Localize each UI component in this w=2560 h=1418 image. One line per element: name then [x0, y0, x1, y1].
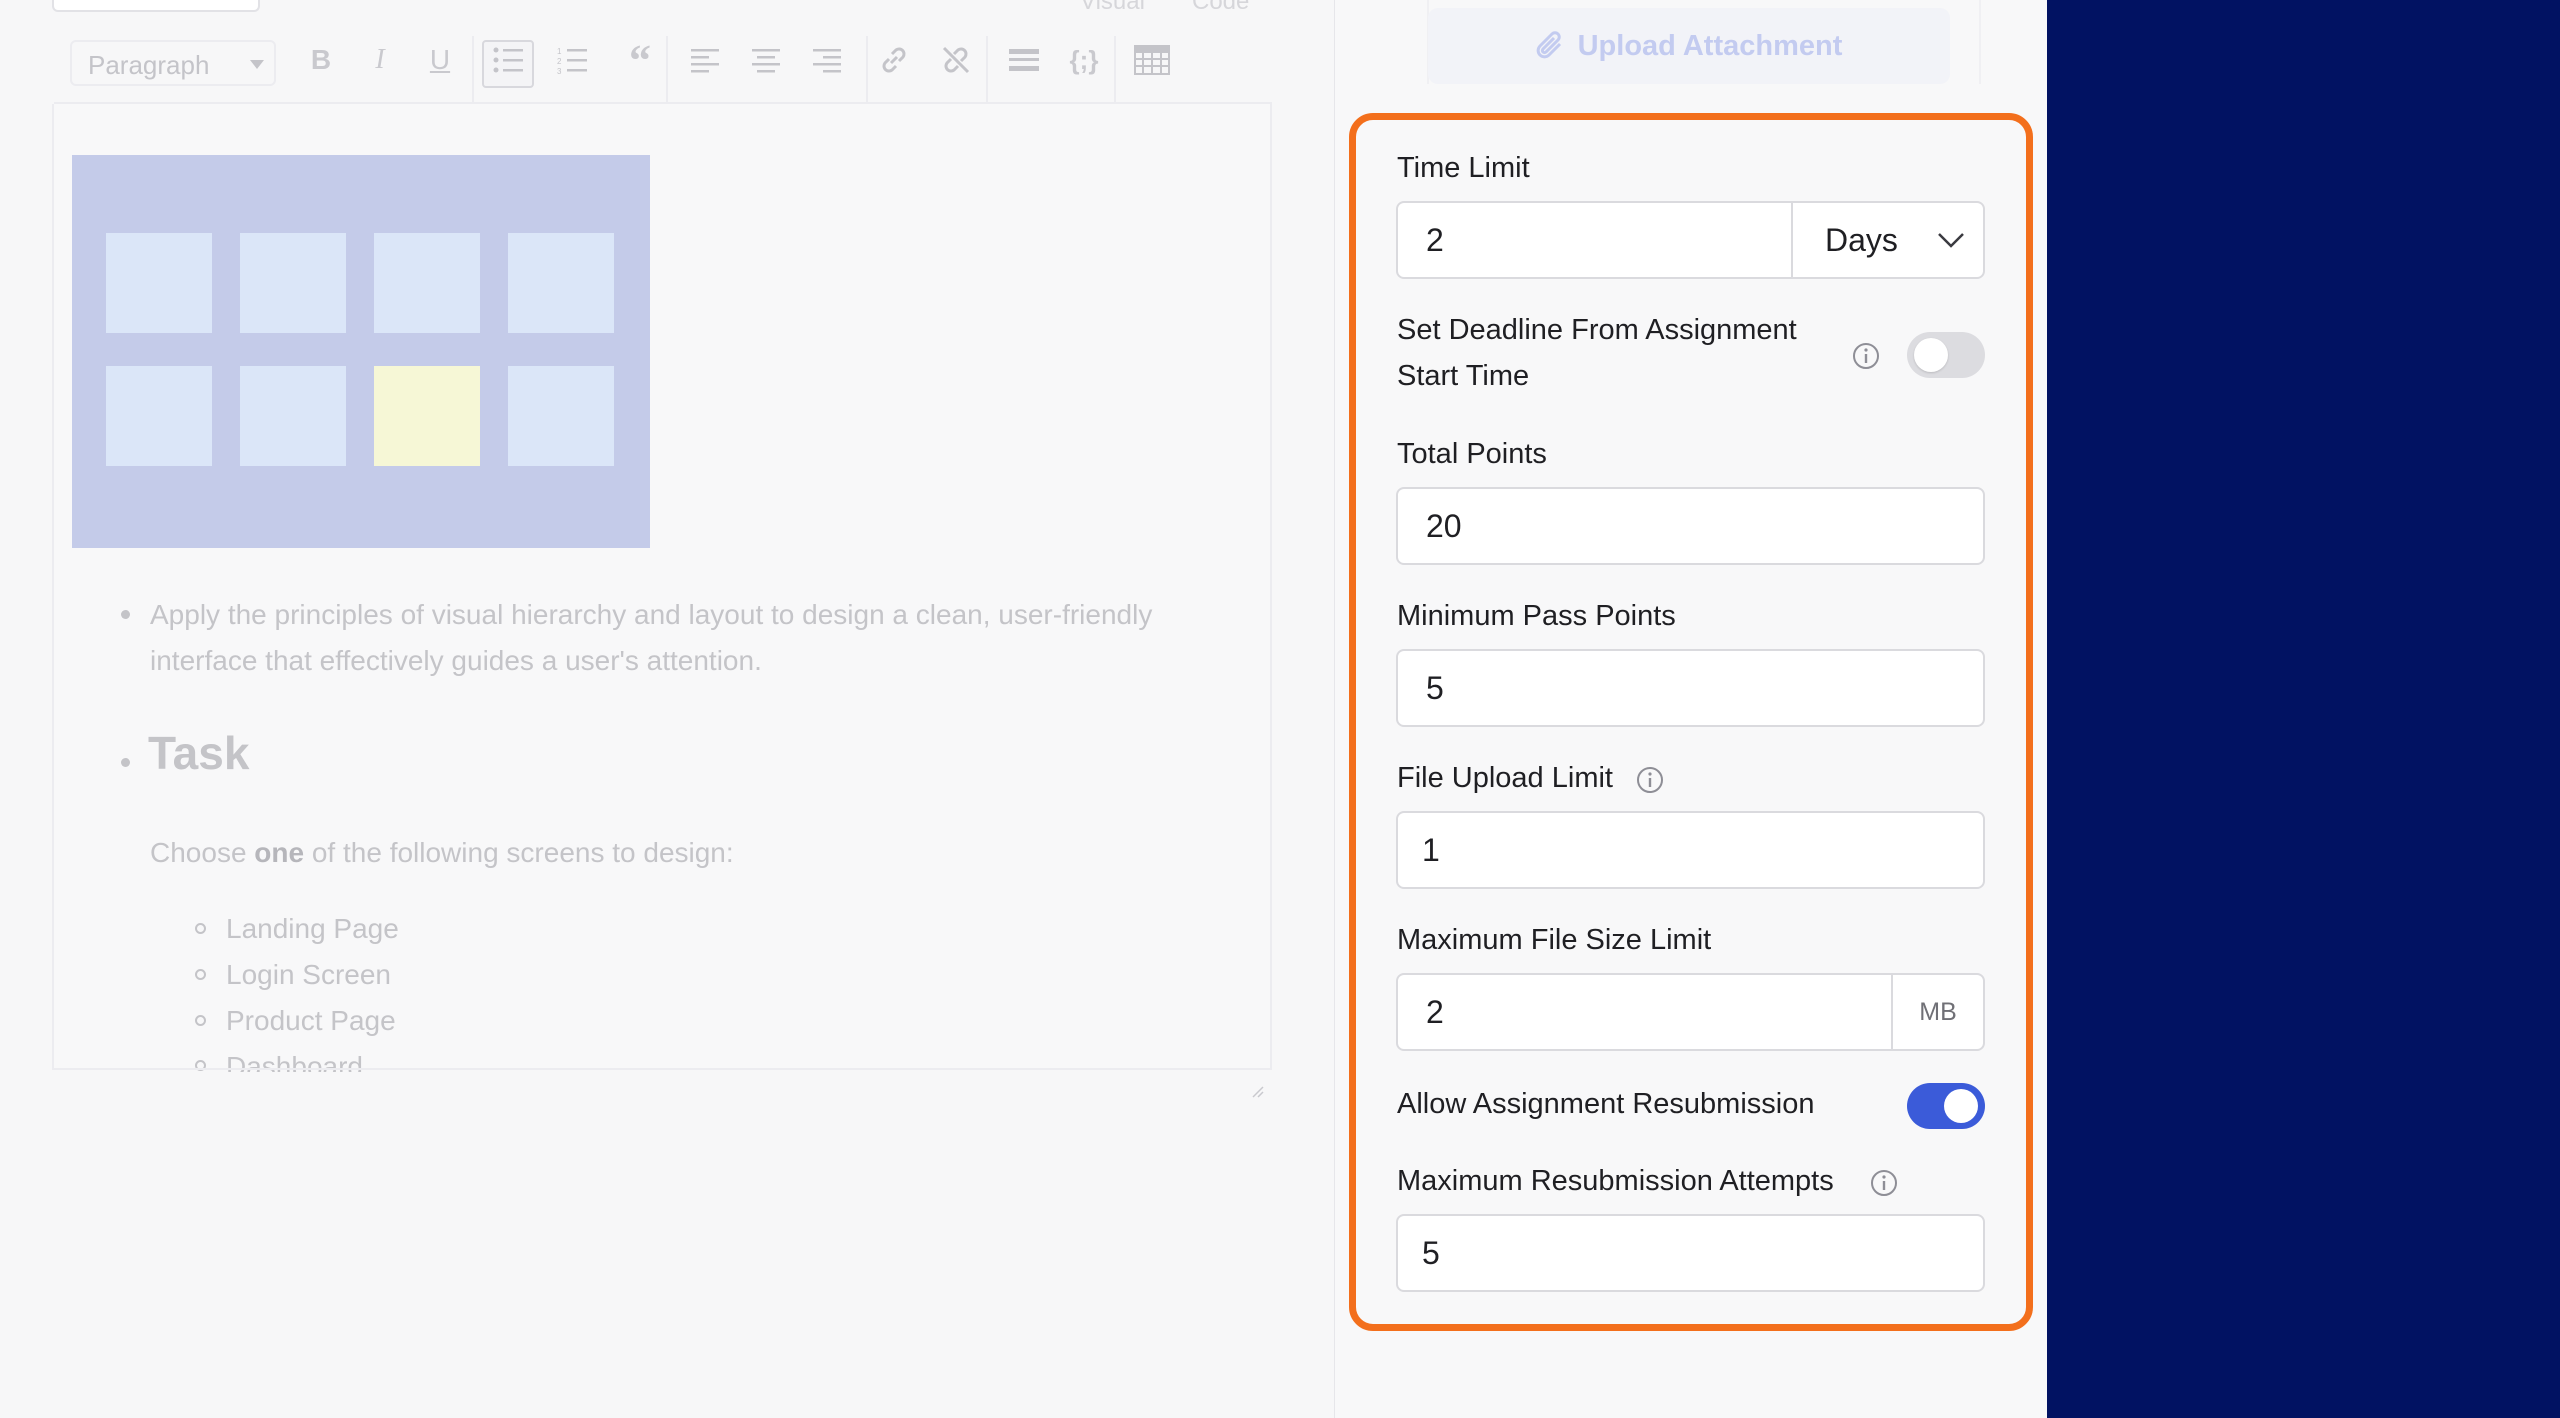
max-file-size-label: Maximum File Size Limit [1397, 924, 1712, 956]
toolbar-divider [986, 36, 988, 112]
toolbar-divider [866, 36, 868, 112]
align-center-icon[interactable] [746, 38, 786, 82]
toggle-knob [1944, 1089, 1978, 1123]
time-unit-select[interactable]: Days [1791, 201, 1985, 279]
file-upload-limit-label: File Upload Limit [1397, 762, 1613, 794]
numbered-list-icon[interactable]: 123 [552, 38, 592, 82]
upload-area-border [1979, 0, 1981, 84]
info-icon[interactable] [1852, 342, 1880, 370]
toggle-knob [1914, 338, 1948, 372]
horizontal-rule-icon[interactable] [1004, 38, 1044, 82]
upload-attachment-label: Upload Attachment [1577, 29, 1843, 62]
total-points-value: 20 [1426, 507, 1462, 544]
time-limit-label: Time Limit [1397, 152, 1530, 184]
toolbar-divider [472, 36, 474, 112]
file-size-unit: MB [1891, 973, 1985, 1051]
image-tile [240, 233, 346, 333]
bullet-text-line1: Apply the principles of visual hierarchy… [150, 599, 1153, 630]
tab-visual[interactable]: Visual [1080, 0, 1145, 16]
max-file-size-input[interactable]: 2 [1396, 973, 1893, 1051]
time-unit-value: Days [1825, 221, 1898, 258]
bold-icon[interactable]: B [303, 38, 339, 82]
info-icon[interactable] [1870, 1169, 1898, 1197]
time-limit-value: 2 [1426, 221, 1444, 258]
toolbar-divider [1114, 36, 1116, 112]
svg-text:2: 2 [557, 57, 562, 66]
max-resubmission-input[interactable]: 5 [1396, 1214, 1985, 1292]
sublist-bullet [195, 969, 206, 980]
image-tile [106, 366, 212, 466]
format-select[interactable]: Paragraph [70, 40, 276, 86]
unlink-icon[interactable] [936, 38, 976, 82]
image-tile [240, 366, 346, 466]
deadline-toggle-label-line2: Start Time [1397, 360, 1530, 392]
min-pass-points-input[interactable]: 5 [1396, 649, 1985, 727]
file-upload-limit-input[interactable]: 1 [1396, 811, 1985, 889]
content-image [72, 155, 650, 548]
choose-text: Choose one of the following screens to d… [150, 830, 734, 876]
deadline-toggle-label-line1: Set Deadline From Assignment [1397, 314, 1797, 346]
chevron-down-icon [1938, 233, 1964, 248]
table-icon[interactable] [1132, 38, 1172, 82]
tab-code[interactable]: Code [1192, 0, 1249, 16]
blockquote-icon[interactable]: “ [618, 36, 662, 85]
image-tile [508, 366, 614, 466]
choose-bold: one [254, 837, 305, 868]
bullet-text-line2: interface that effectively guides a user… [150, 645, 762, 676]
choose-suffix: of the following screens to design: [304, 837, 734, 868]
format-select-value: Paragraph [88, 50, 210, 80]
file-upload-limit-value: 1 [1422, 831, 1440, 868]
task-heading: Task [148, 727, 250, 779]
resize-handle-icon[interactable] [1248, 1082, 1264, 1098]
total-points-label: Total Points [1397, 438, 1547, 470]
sublist-bullet [195, 923, 206, 934]
editor-top-tab[interactable] [52, 0, 260, 12]
deadline-toggle[interactable] [1907, 332, 1985, 378]
max-resubmission-value: 5 [1422, 1234, 1440, 1271]
align-right-icon[interactable] [806, 38, 846, 82]
image-tile [508, 233, 614, 333]
max-resubmission-label: Maximum Resubmission Attempts [1397, 1165, 1834, 1197]
svg-text:3: 3 [557, 67, 562, 74]
code-icon[interactable]: {;} [1064, 38, 1104, 82]
resubmission-toggle[interactable] [1907, 1083, 1985, 1129]
link-icon[interactable] [874, 38, 914, 82]
time-limit-input[interactable]: 2 [1396, 201, 1793, 279]
bullet-list-icon[interactable] [488, 38, 528, 82]
info-icon[interactable] [1636, 766, 1664, 794]
min-pass-points-label: Minimum Pass Points [1397, 600, 1676, 632]
max-file-size-value: 2 [1426, 993, 1444, 1030]
image-tile [374, 233, 480, 333]
upload-attachment-button[interactable]: Upload Attachment [1428, 8, 1950, 84]
choose-prefix: Choose [150, 837, 255, 868]
list-item: Landing Page [226, 913, 399, 944]
background-panel [2047, 0, 2560, 1418]
total-points-input[interactable]: 20 [1396, 487, 1985, 565]
list-item: Login Screen [226, 959, 392, 990]
align-left-icon[interactable] [686, 38, 726, 82]
sublist-bullet [195, 1015, 206, 1026]
list-bullet [121, 758, 130, 767]
chevron-down-icon [250, 60, 264, 69]
min-pass-points-value: 5 [1426, 669, 1444, 706]
paperclip-icon [1536, 31, 1561, 59]
resubmission-toggle-label: Allow Assignment Resubmission [1397, 1088, 1815, 1120]
italic-icon[interactable]: I [362, 38, 398, 82]
editor-footer-divider [52, 1068, 1272, 1070]
svg-text:1: 1 [557, 47, 562, 56]
list-bullet [121, 610, 130, 619]
image-tile-highlighted [374, 366, 480, 466]
toolbar-divider [666, 36, 668, 112]
editor-panel: Visual Code Paragraph B I U 123 “ {;} Ap… [0, 0, 1335, 1418]
image-tile [106, 233, 212, 333]
underline-icon[interactable]: U [422, 38, 458, 82]
list-item: Product Page [226, 1005, 396, 1036]
